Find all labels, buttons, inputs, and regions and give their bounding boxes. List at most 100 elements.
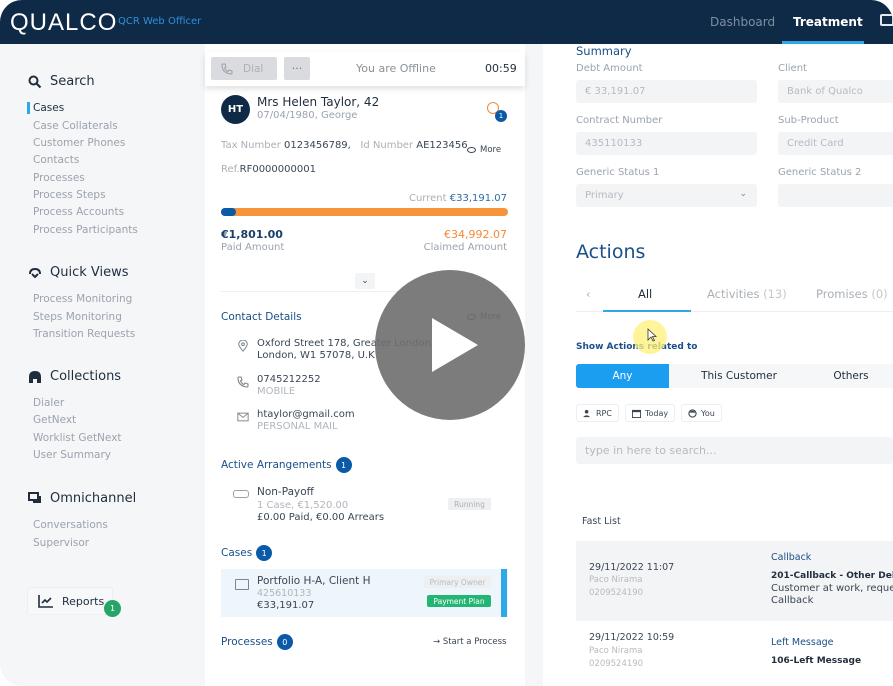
case-title: Portfolio H-A, Client H (257, 575, 371, 587)
count-badge: 0 (276, 634, 293, 650)
qualco-logo[interactable]: QUALCO (10, 9, 117, 37)
sub-product-field[interactable]: Credit Card (778, 132, 893, 155)
ref-value: RF0000000001 (239, 164, 316, 175)
tab-promises[interactable]: Promises (0) (816, 287, 888, 301)
sidebar-item-conversations[interactable]: Conversations (33, 519, 108, 531)
sidebar-item-case-collaterals[interactable]: Case Collaterals (33, 120, 118, 132)
nav-treatment[interactable]: Treatment (793, 15, 863, 29)
app-window: QUALCO QCR Web Officer Dashboard Treatme… (0, 0, 893, 686)
list-item[interactable]: 29/11/2022 10:59 Paco Nirama 0209524190 … (576, 622, 893, 682)
sidebar-section-search[interactable]: Search (28, 74, 95, 89)
processes-title: Processes 0 (221, 634, 293, 650)
sidebar-section-quick-views[interactable]: Quick Views (28, 265, 129, 280)
chip-label: RPC (596, 408, 612, 418)
debt-amount-field[interactable]: € 33,191.07 (576, 80, 757, 103)
sidebar-item-customer-phones[interactable]: Customer Phones (33, 137, 125, 149)
sidebar-item-user-summary[interactable]: User Summary (33, 449, 111, 461)
sidebar: Search Cases Case Collaterals Customer P… (0, 44, 200, 686)
generic-status-1-select[interactable]: Primary ⌄ (576, 184, 757, 207)
active-indicator (27, 102, 30, 114)
chip-you[interactable]: You (681, 404, 722, 422)
sidebar-item-steps-monitoring[interactable]: Steps Monitoring (33, 311, 122, 323)
sidebar-section-label: Omnichannel (50, 491, 137, 506)
customer-dob: 07/04/1980, George (257, 110, 358, 121)
app-name: QCR Web Officer (118, 16, 202, 27)
contract-number-field[interactable]: 435110133 (576, 132, 757, 155)
field-label: Contract Number (576, 115, 663, 126)
filter-others[interactable]: Others (809, 364, 893, 388)
count-badge: 1 (256, 545, 273, 561)
actions-search-input[interactable] (576, 437, 893, 464)
sidebar-section-label: Search (50, 74, 95, 89)
chip-rpc[interactable]: RPC (576, 404, 619, 422)
sidebar-item-contacts[interactable]: Contacts (33, 154, 79, 166)
filter-this-customer[interactable]: This Customer (669, 364, 809, 388)
chevron-down-icon[interactable]: ⌄ (355, 273, 375, 289)
sidebar-item-cases[interactable]: Cases (33, 102, 64, 114)
phone-icon (221, 63, 233, 75)
sidebar-item-dialer[interactable]: Dialer (33, 397, 64, 409)
video-play-button[interactable] (375, 270, 525, 420)
eye-icon (467, 147, 476, 153)
list-item[interactable]: 29/11/2022 11:07 Paco Nirama 0209524190 … (576, 541, 893, 621)
email-address: htaylor@gmail.com (257, 409, 355, 420)
payment-progress-fill (221, 208, 236, 216)
action-phone: 0209524190 (589, 659, 644, 669)
sidebar-item-worklist-getnext[interactable]: Worklist GetNext (33, 432, 122, 444)
id-number-value: AE123456 (416, 140, 468, 151)
customer-more-link[interactable]: More (467, 145, 501, 155)
collections-icon (29, 370, 41, 383)
action-code: 201-Callback - Other Debtor (771, 571, 893, 581)
address-line-2: London, W1 57078, U.K (257, 350, 375, 361)
filter-any[interactable]: Any (576, 364, 669, 388)
current-value: €33,191.07 (449, 193, 507, 204)
sidebar-item-supervisor[interactable]: Supervisor (33, 537, 89, 549)
generic-status-2-select[interactable] (778, 184, 893, 207)
action-phone: 0209524190 (589, 588, 644, 598)
arrangement-name[interactable]: Non-Payoff (257, 486, 314, 498)
cursor-pointer-icon (647, 328, 657, 342)
play-icon (432, 318, 478, 372)
sidebar-item-process-accounts[interactable]: Process Accounts (33, 206, 124, 218)
arrow-right-icon: → (433, 637, 443, 647)
sidebar-item-process-steps[interactable]: Process Steps (33, 189, 106, 201)
search-icon (28, 75, 42, 88)
sidebar-item-processes[interactable]: Processes (33, 172, 85, 184)
sidebar-section-collections[interactable]: Collections (28, 369, 121, 384)
sidebar-item-process-participants[interactable]: Process Participants (33, 224, 138, 236)
section-label: Cases (221, 547, 253, 559)
dialer-more-button[interactable]: ··· (284, 57, 310, 80)
reports-badge: 1 (104, 600, 121, 617)
location-pin-icon (238, 340, 248, 352)
field-label: Sub-Product (778, 115, 839, 126)
client-field[interactable]: Bank of Qualco (778, 80, 893, 103)
action-agent: Paco Nirama (589, 646, 643, 656)
current-label: Current (408, 193, 447, 204)
arrangement-summary: 1 Case, €1,520.00 (257, 500, 349, 511)
sidebar-item-transition-requests[interactable]: Transition Requests (33, 328, 135, 340)
start-process-link[interactable]: → Start a Process (433, 637, 506, 647)
sidebar-item-process-monitoring[interactable]: Process Monitoring (33, 293, 132, 305)
claimed-amount-label: Claimed Amount (423, 242, 507, 253)
calendar-icon (632, 409, 641, 418)
tab-count: (13) (763, 287, 787, 301)
nav-dashboard[interactable]: Dashboard (710, 15, 775, 29)
chat-icon[interactable] (880, 14, 893, 26)
action-type[interactable]: Left Message (771, 637, 834, 648)
field-label: Client (778, 63, 807, 74)
reports-button[interactable]: Reports (27, 587, 113, 615)
action-type[interactable]: Callback (771, 552, 811, 563)
customer-name: Mrs Helen Taylor, 42 (257, 95, 380, 109)
tab-activities[interactable]: Activities (13) (707, 287, 787, 301)
tab-all[interactable]: All (638, 287, 652, 301)
summary-title: Summary (576, 44, 632, 58)
sidebar-item-getnext[interactable]: GetNext (33, 414, 76, 426)
claimed-amount-value: €34,992.07 (444, 228, 507, 241)
tabs-prev-button[interactable]: ‹ (586, 287, 591, 301)
chip-today[interactable]: Today (625, 404, 676, 422)
payment-plan-badge: Payment Plan (427, 595, 491, 607)
cases-title: Cases 1 (221, 545, 273, 561)
dial-button[interactable]: Dial (211, 57, 277, 80)
actions-title: Actions (576, 241, 646, 263)
sidebar-section-omnichannel[interactable]: Omnichannel (28, 491, 136, 506)
